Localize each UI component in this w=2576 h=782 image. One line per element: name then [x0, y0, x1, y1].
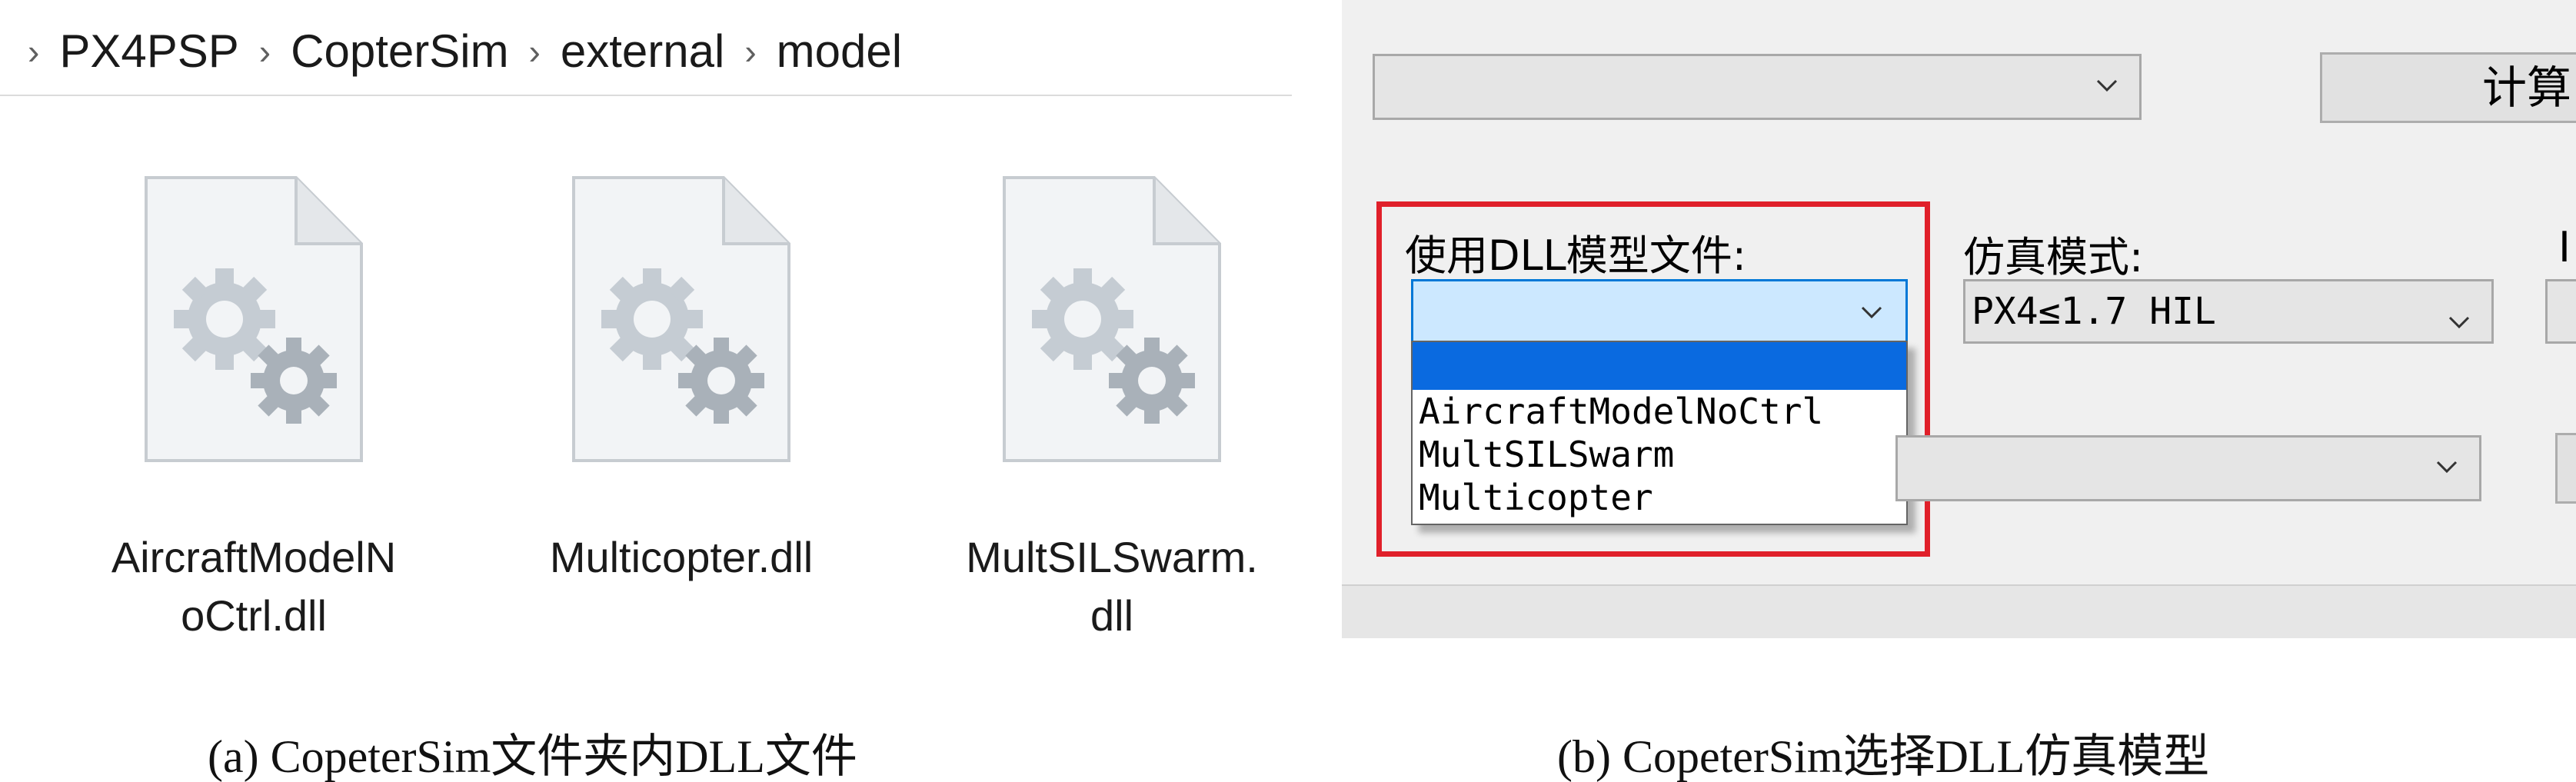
- sim-mode-combobox[interactable]: PX4≤1.7 HIL: [1963, 279, 2494, 344]
- chevron-right-icon[interactable]: ›: [744, 31, 756, 72]
- calculate-button[interactable]: 计算: [2320, 52, 2576, 123]
- file-explorer-panel: › PX4PSP › CopterSim › external › model: [0, 0, 1292, 661]
- breadcrumb-item-model[interactable]: model: [777, 25, 902, 78]
- file-name: MultSILSwarm. dll: [920, 528, 1304, 645]
- caption-b: (b) CopeterSim选择DLL仿真模型: [1557, 731, 2210, 782]
- dll-gear-file-icon: [566, 173, 797, 465]
- partial-button[interactable]: [2555, 433, 2576, 504]
- file-name-line: oCtrl.dll: [181, 591, 327, 640]
- divider: [1342, 584, 2576, 586]
- chevron-down-icon[interactable]: [2431, 451, 2462, 482]
- file-name-line: MultSILSwarm.: [966, 533, 1258, 581]
- coptersim-dialog-panel: 计算 使用DLL模型文件: AircraftModelNoCtrl MultSI…: [1342, 0, 2576, 638]
- chevron-down-icon[interactable]: [2092, 70, 2122, 101]
- dll-gear-file-icon: [997, 173, 1227, 465]
- breadcrumb-item-external[interactable]: external: [561, 25, 724, 78]
- file-item-aircraftmodelnoctrl[interactable]: AircraftModelN oCtrl.dll: [62, 173, 446, 665]
- lower-combobox[interactable]: [1895, 435, 2481, 501]
- sim-mode-combobox-value: PX4≤1.7 HIL: [1972, 290, 2216, 333]
- file-name-line: AircraftModelN: [111, 533, 397, 581]
- file-name: AircraftModelN oCtrl.dll: [62, 528, 446, 645]
- chevron-right-icon[interactable]: ›: [529, 31, 541, 72]
- dll-gear-file-icon: [138, 173, 369, 465]
- chevron-right-icon[interactable]: ›: [259, 31, 271, 72]
- highlight-box: [1376, 201, 1930, 557]
- file-item-multicopter[interactable]: Multicopter.dll: [489, 173, 874, 665]
- breadcrumb-item-px4psp[interactable]: PX4PSP: [59, 25, 238, 78]
- breadcrumb: › PX4PSP › CopterSim › external › model: [0, 8, 1292, 96]
- caption-a: (a) CopeterSim文件夹内DLL文件: [208, 731, 857, 782]
- partial-label: I: [2558, 223, 2571, 271]
- chevron-down-icon[interactable]: [2444, 295, 2474, 329]
- breadcrumb-item-coptersim[interactable]: CopterSim: [291, 25, 508, 78]
- file-name-line: Multicopter.dll: [549, 533, 814, 581]
- file-name-line: dll: [1090, 591, 1134, 640]
- sim-mode-label: 仿真模式:: [1963, 233, 2144, 281]
- chevron-right-icon[interactable]: ›: [28, 31, 39, 72]
- file-name: Multicopter.dll: [489, 528, 874, 587]
- partial-combobox[interactable]: [2545, 279, 2576, 344]
- file-item-multsilswarm[interactable]: MultSILSwarm. dll: [920, 173, 1304, 665]
- top-combobox[interactable]: [1373, 54, 2142, 120]
- dialog-bottom-band: [1342, 584, 2576, 638]
